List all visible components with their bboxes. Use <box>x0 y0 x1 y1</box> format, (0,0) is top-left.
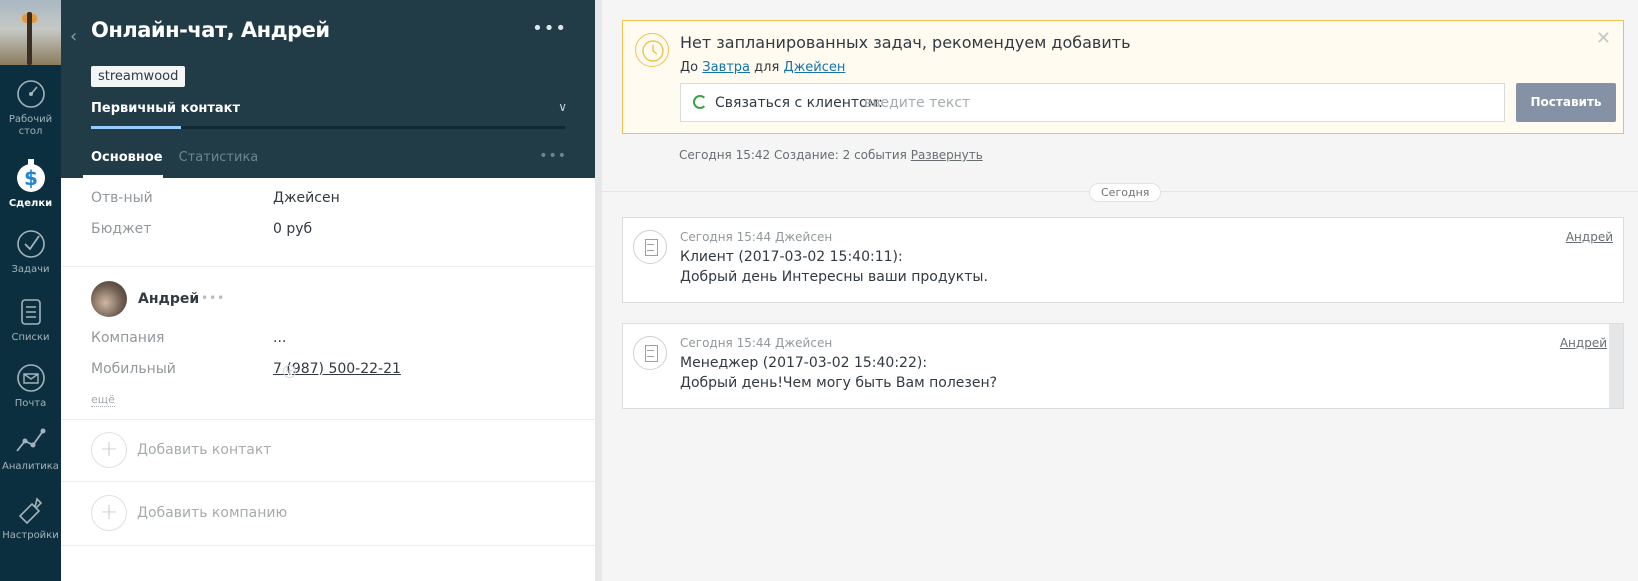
event-summary-text: Сегодня 15:42 Создание: 2 события <box>679 148 907 162</box>
divider <box>61 481 595 482</box>
message-meta: Сегодня 15:44 Джейсен <box>680 230 833 244</box>
message-author-link[interactable]: Андрей <box>1560 336 1607 350</box>
tag-badge[interactable]: streamwood <box>91 66 186 87</box>
back-arrow-icon[interactable]: ‹ <box>70 26 77 47</box>
nav-label: Настройки <box>2 530 59 541</box>
add-company-label: Добавить компанию <box>137 505 288 521</box>
field-value[interactable]: 0 руб <box>273 221 312 237</box>
tab-statistics[interactable]: Статистика <box>179 150 259 165</box>
field-value[interactable]: ... <box>273 330 286 346</box>
contact-more-icon[interactable]: ••• <box>201 291 225 305</box>
message-text: Добрый день!Чем могу быть Вам полезен? <box>680 375 998 391</box>
analytics-icon <box>15 428 45 452</box>
message-header: Клиент (2017-03-02 15:40:11): <box>680 249 903 265</box>
svg-text:$: $ <box>24 166 38 190</box>
field-responsible[interactable]: Отв-ный Джейсен <box>91 190 340 206</box>
field-label: Бюджет <box>91 221 152 237</box>
nav-item-lists[interactable]: Списки <box>0 296 61 344</box>
card-header: ‹ Онлайн-чат, Андрей ••• streamwood Перв… <box>61 0 595 178</box>
dashboard-icon <box>16 80 45 108</box>
stage-progress-fill <box>91 126 182 129</box>
chevron-down-icon[interactable]: ∨ <box>558 100 567 114</box>
message-header: Менеджер (2017-03-02 15:40:22): <box>680 355 928 371</box>
nav-label: Аналитика <box>2 461 59 472</box>
nav-item-tasks[interactable]: Задачи <box>0 228 61 276</box>
mail-icon <box>16 364 45 392</box>
message-author-link[interactable]: Андрей <box>1566 230 1613 244</box>
nav-item-dashboard[interactable]: Рабочий стол <box>0 78 61 138</box>
nav-label: Сделки <box>8 198 53 209</box>
nav-item-mail[interactable]: Почта <box>0 362 61 410</box>
add-contact-button[interactable]: + Добавить контакт <box>91 432 271 468</box>
feed-panel: Нет запланированных задач, рекомендуем д… <box>602 0 1638 581</box>
divider <box>61 266 595 267</box>
field-budget[interactable]: Бюджет 0 руб <box>91 221 312 237</box>
field-label: Отв-ный <box>91 190 153 206</box>
message-text: Добрый день Интересны ваши продукты. <box>680 269 988 285</box>
add-company-button[interactable]: + Добавить компанию <box>91 495 287 531</box>
scrollbar[interactable] <box>1609 324 1623 408</box>
field-label: Компания <box>91 330 165 346</box>
more-fields-link[interactable]: ещё <box>91 393 115 407</box>
nav-label: Рабочий стол <box>8 114 53 137</box>
tasks-icon <box>16 230 45 258</box>
active-tab-indicator <box>83 175 163 178</box>
submit-task-button[interactable]: Поставить <box>1516 83 1616 122</box>
plus-icon: + <box>91 432 127 468</box>
nav-item-settings[interactable]: Настройки <box>0 494 61 542</box>
more-icon[interactable]: ••• <box>532 18 567 39</box>
lists-icon <box>20 299 41 325</box>
task-user-link[interactable]: Джейсен <box>783 60 845 75</box>
main-nav: Рабочий стол $ Сделки Задачи Списки Почт… <box>0 0 61 581</box>
tab-main[interactable]: Основное <box>91 150 163 165</box>
chat-message: Сегодня 15:44 Джейсен Андрей Менеджер (2… <box>622 323 1624 409</box>
settings-icon <box>18 497 42 525</box>
note-icon <box>633 336 667 370</box>
pipeline-stage[interactable]: Первичный контакт <box>91 101 240 116</box>
field-phone[interactable]: Мобильный +7 (987) 500-22-21 <box>91 361 401 378</box>
contact-avatar[interactable] <box>91 281 127 317</box>
lead-card: ‹ Онлайн-чат, Андрей ••• streamwood Перв… <box>61 0 595 581</box>
field-value[interactable]: Джейсен <box>273 190 340 206</box>
nav-label: Задачи <box>11 264 50 275</box>
card-title[interactable]: Онлайн-чат, Андрей <box>91 18 330 42</box>
add-phone-icon[interactable]: + <box>283 365 296 378</box>
user-avatar[interactable] <box>0 0 61 65</box>
divider <box>61 419 595 420</box>
stage-progress-bar <box>91 126 565 129</box>
divider <box>61 545 595 546</box>
task-text-input[interactable]: Связаться с клиентом: введите текст <box>680 83 1505 122</box>
clock-icon <box>635 33 669 67</box>
task-input-placeholder[interactable]: введите текст <box>864 95 970 111</box>
task-when-who: До Завтра для Джейсен <box>680 60 845 75</box>
deals-icon: $ <box>16 159 45 192</box>
task-prefix-for: для <box>754 60 780 75</box>
task-type-label[interactable]: Связаться с клиентом: <box>715 95 883 111</box>
chat-message: Сегодня 15:44 Джейсен Андрей Клиент (201… <box>622 217 1624 303</box>
nav-item-deals[interactable]: $ Сделки <box>0 158 61 210</box>
close-icon[interactable]: ✕ <box>1596 28 1611 49</box>
task-date-link[interactable]: Завтра <box>702 60 750 75</box>
event-summary: Сегодня 15:42 Создание: 2 события Развер… <box>679 148 983 162</box>
task-suggestion: Нет запланированных задач, рекомендуем д… <box>622 20 1624 134</box>
add-contact-label: Добавить контакт <box>137 442 272 458</box>
task-title: Нет запланированных задач, рекомендуем д… <box>680 33 1131 52</box>
field-company[interactable]: Компания... <box>91 330 286 346</box>
expand-link[interactable]: Развернуть <box>911 148 983 162</box>
field-label: Мобильный <box>91 361 176 377</box>
tabs-more-icon[interactable]: ••• <box>539 148 567 164</box>
note-icon <box>633 230 667 264</box>
feed-top: Нет запланированных задач, рекомендуем д… <box>602 0 1638 192</box>
refresh-icon[interactable] <box>693 95 707 109</box>
plus-icon: + <box>91 495 127 531</box>
date-separator: Сегодня <box>1089 183 1162 202</box>
panel-separator <box>595 0 602 581</box>
task-prefix-to: До <box>680 60 699 75</box>
nav-item-analytics[interactable]: Аналитика <box>0 425 61 473</box>
message-meta: Сегодня 15:44 Джейсен <box>680 336 833 350</box>
contact-name[interactable]: Андрей <box>138 291 199 307</box>
nav-label: Списки <box>11 332 50 343</box>
nav-label: Почта <box>14 398 47 409</box>
